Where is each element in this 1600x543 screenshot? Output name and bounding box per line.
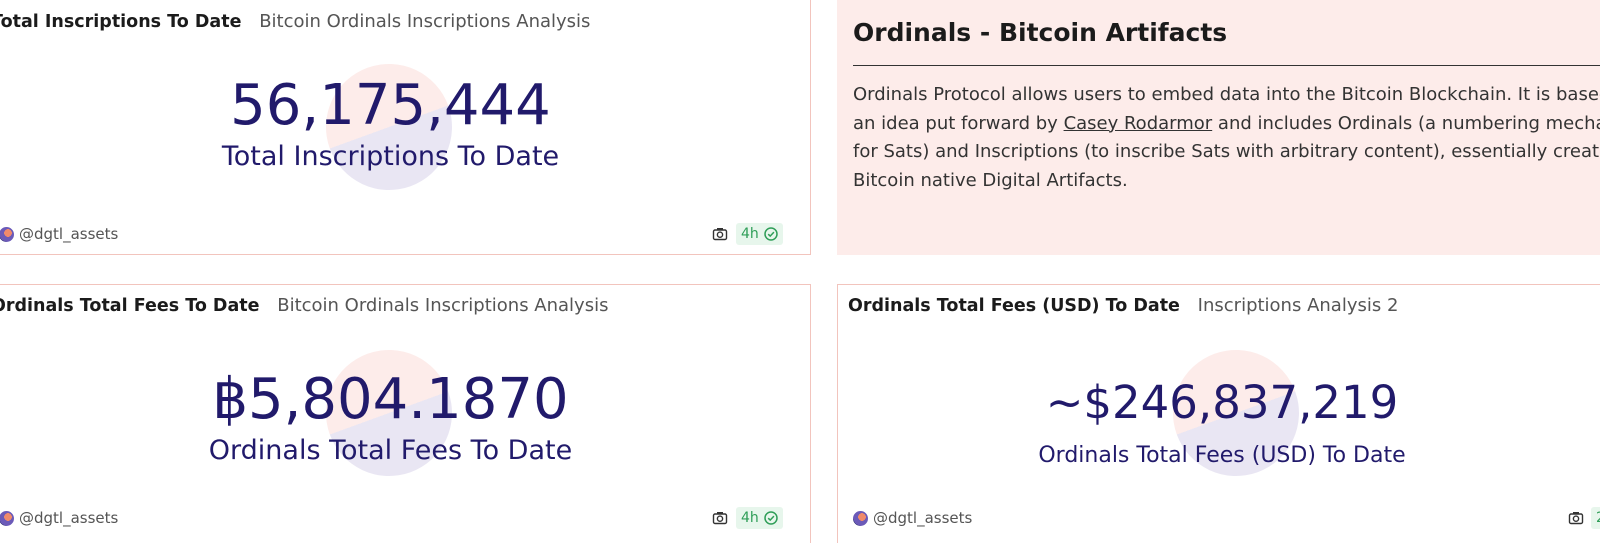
author-link[interactable]: @dgtl_assets <box>853 507 972 529</box>
freshness-badge[interactable]: 4h <box>736 507 783 529</box>
card-subtitle-query-link[interactable]: Inscriptions Analysis 2 <box>1198 295 1399 316</box>
camera-icon[interactable] <box>712 226 728 242</box>
avatar <box>853 510 868 526</box>
counter-label: Ordinals Total Fees (USD) To Date <box>1038 443 1406 468</box>
dashboard-page: Total Inscriptions To Date Bitcoin Ordin… <box>0 0 1600 543</box>
card-header: Total Inscriptions To Date Bitcoin Ordin… <box>0 9 590 35</box>
counter-value: 56,175,444 <box>230 73 551 138</box>
freshness-text: 4h <box>741 226 759 242</box>
avatar <box>0 226 14 242</box>
freshness-badge[interactable]: 4h <box>736 223 783 245</box>
inscriptions-counter-card: Total Inscriptions To Date Bitcoin Ordin… <box>0 0 811 255</box>
title-divider <box>853 65 1600 66</box>
counter-label: Total Inscriptions To Date <box>221 141 560 172</box>
camera-icon[interactable] <box>1568 510 1584 526</box>
card-footer: @dgtl_assets 4h <box>0 223 810 245</box>
author-link[interactable]: @dgtl_assets <box>0 223 118 245</box>
card-title[interactable]: Ordinals Total Fees (USD) To Date <box>848 296 1180 316</box>
card-subtitle-query-link[interactable]: Bitcoin Ordinals Inscriptions Analysis <box>277 295 608 316</box>
card-footer: @dgtl_assets 2 <box>838 507 1600 529</box>
fees-usd-counter-card: Ordinals Total Fees (USD) To Date Inscri… <box>837 284 1600 543</box>
fees-btc-counter-card: Ordinals Total Fees To Date Bitcoin Ordi… <box>0 284 811 543</box>
author-name: @dgtl_assets <box>19 225 119 243</box>
freshness-text: 2 <box>1596 507 1600 529</box>
author-link[interactable]: @dgtl_assets <box>0 507 118 529</box>
freshness-text: 4h <box>741 510 759 526</box>
freshness-badge[interactable]: 2 <box>1591 507 1600 529</box>
check-circle-icon <box>764 227 778 241</box>
counter-label: Ordinals Total Fees To Date <box>208 435 573 466</box>
card-header: Ordinals Total Fees To Date Bitcoin Ordi… <box>0 293 608 319</box>
card-footer: @dgtl_assets 4h <box>0 507 810 529</box>
author-name: @dgtl_assets <box>873 509 973 527</box>
avatar <box>0 510 14 526</box>
check-circle-icon <box>764 511 778 525</box>
card-header: Ordinals Total Fees (USD) To Date Inscri… <box>848 293 1398 319</box>
ordinals-text-card: Ordinals - Bitcoin Artifacts Ordinals Pr… <box>837 0 1600 255</box>
text-card-title: Ordinals - Bitcoin Artifacts <box>853 18 1228 47</box>
card-subtitle-query-link[interactable]: Bitcoin Ordinals Inscriptions Analysis <box>259 11 590 32</box>
card-title[interactable]: Total Inscriptions To Date <box>0 12 241 32</box>
counter-value: ~$246,837,219 <box>1045 376 1399 429</box>
card-title[interactable]: Ordinals Total Fees To Date <box>0 296 260 316</box>
casey-rodarmor-link[interactable]: Casey Rodarmor <box>1064 113 1213 134</box>
text-card-body: Ordinals Protocol allows users to embed … <box>853 81 1600 195</box>
author-name: @dgtl_assets <box>19 509 119 527</box>
counter-value: ฿5,804.1870 <box>212 367 569 432</box>
camera-icon[interactable] <box>712 510 728 526</box>
